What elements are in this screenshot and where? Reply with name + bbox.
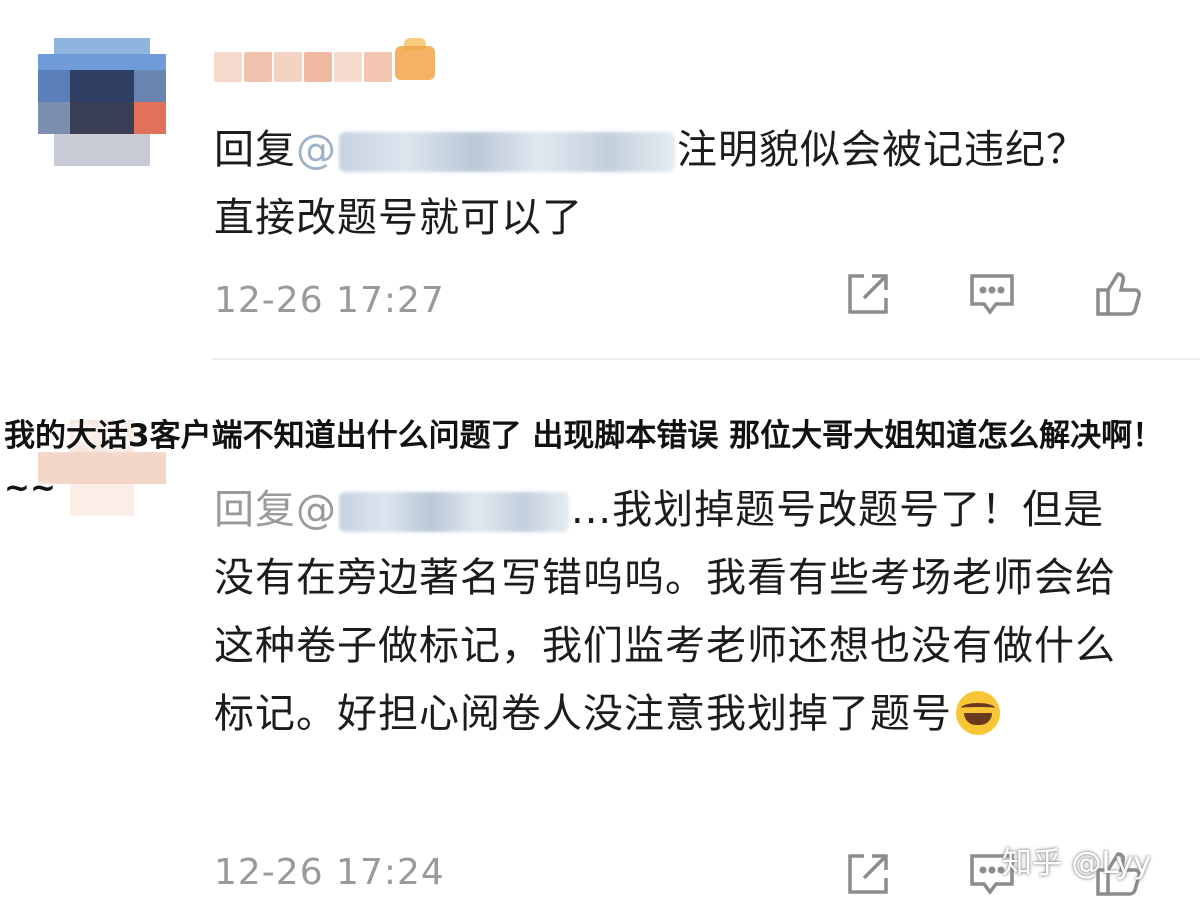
- thumbs-up-icon: [1096, 272, 1141, 316]
- laughing-crying-emoji-icon: [956, 691, 1000, 735]
- vip-badge-icon: [395, 46, 435, 80]
- like-button[interactable]: [1092, 268, 1152, 328]
- comment-text-line1: 注明貌似会被记违纪？: [677, 127, 1087, 173]
- timestamp: 12-26 17:24: [214, 852, 445, 893]
- comment-icon: [970, 274, 1014, 315]
- share-edit-icon: [848, 854, 888, 894]
- reply-button[interactable]: [966, 268, 1026, 328]
- share-button[interactable]: [842, 848, 902, 908]
- mention-at: @: [296, 127, 337, 173]
- mention-blurred[interactable]: [339, 132, 675, 172]
- avatar[interactable]: [38, 38, 166, 166]
- comment-item: 回复@ 注明貌似会被记违纪？ 直接改题号就可以了 12-26 17:27: [0, 0, 1200, 360]
- watermark: 知乎 @Lyy: [1002, 846, 1152, 881]
- overlay-title: 我的大话3客户端不知道出什么问题了 出现脚本错误 那位大哥大姐知道怎么解决啊！~…: [4, 418, 1164, 506]
- share-button[interactable]: [842, 268, 902, 328]
- comment-text-line2: 直接改题号就可以了: [214, 195, 583, 241]
- username-blurred[interactable]: [214, 40, 474, 90]
- comment-text: 回复@ 注明貌似会被记违纪？ 直接改题号就可以了: [214, 116, 1144, 252]
- comment-text: 回复@ ...我划掉题号改题号了！但是没有在旁边著名写错呜呜。我看有些考场老师会给…: [214, 476, 1144, 748]
- share-edit-icon: [848, 274, 888, 314]
- timestamp: 12-26 17:27: [214, 280, 445, 321]
- reply-prefix: 回复: [214, 127, 296, 173]
